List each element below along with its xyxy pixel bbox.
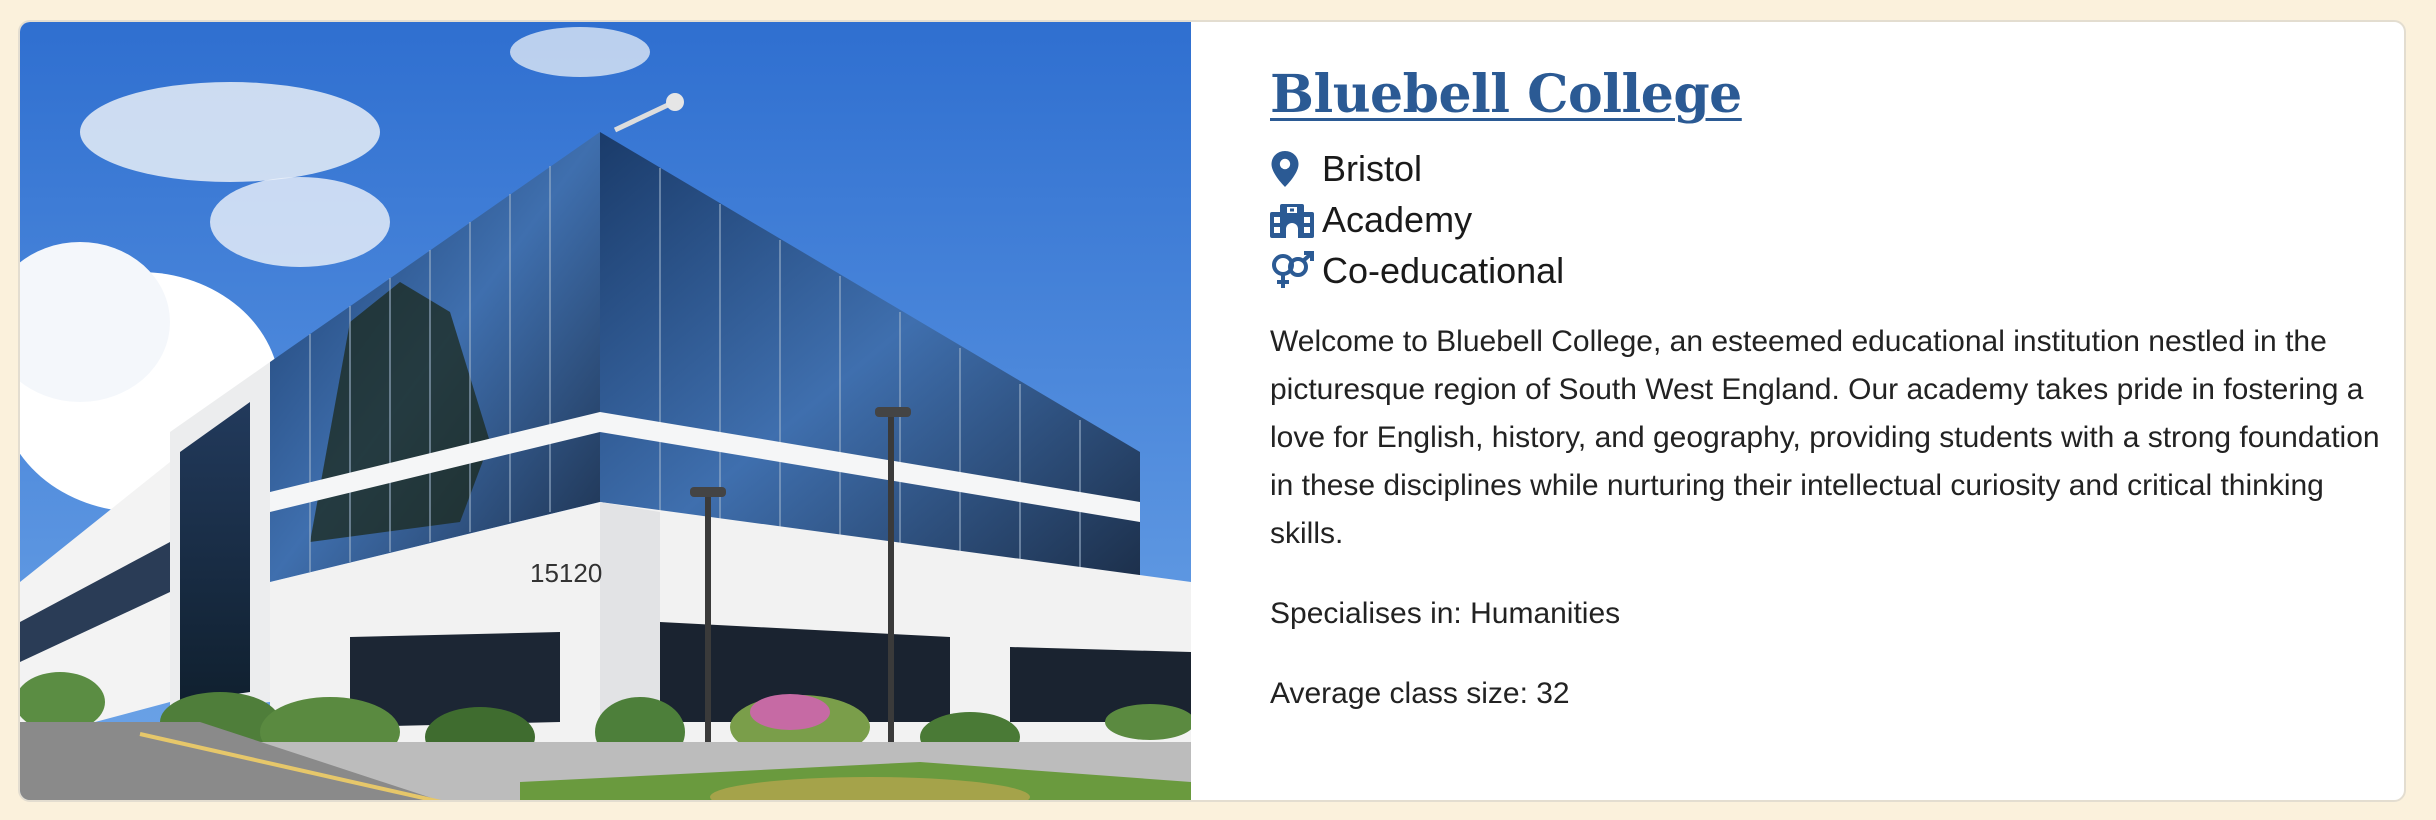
gender-row: Co-educational	[1270, 245, 2380, 296]
school-building-icon	[1270, 200, 1316, 240]
venus-mars-icon	[1270, 250, 1316, 291]
school-type-text: Academy	[1322, 198, 1473, 240]
school-photo: 15120	[20, 22, 1191, 800]
specialism-text: Specialises in: Humanities	[1270, 597, 1621, 630]
map-pin-icon	[1270, 149, 1316, 189]
school-description: Welcome to Bluebell College, an esteemed…	[1270, 325, 2380, 550]
location-row: Bristol	[1270, 143, 2380, 194]
school-info: Bluebell College Bristol Academy Co-educ…	[1270, 52, 2380, 748]
type-row: Academy	[1270, 194, 2380, 245]
class-size-text: Average class size: 32	[1270, 677, 1570, 710]
gender-text: Co-educational	[1322, 249, 1565, 291]
building-number: 15120	[530, 558, 602, 588]
location-text: Bristol	[1322, 147, 1423, 189]
school-card: 15120 Bluebell College Bristol Academy C…	[18, 20, 2406, 802]
school-name-link[interactable]: Bluebell College	[1270, 64, 1742, 125]
